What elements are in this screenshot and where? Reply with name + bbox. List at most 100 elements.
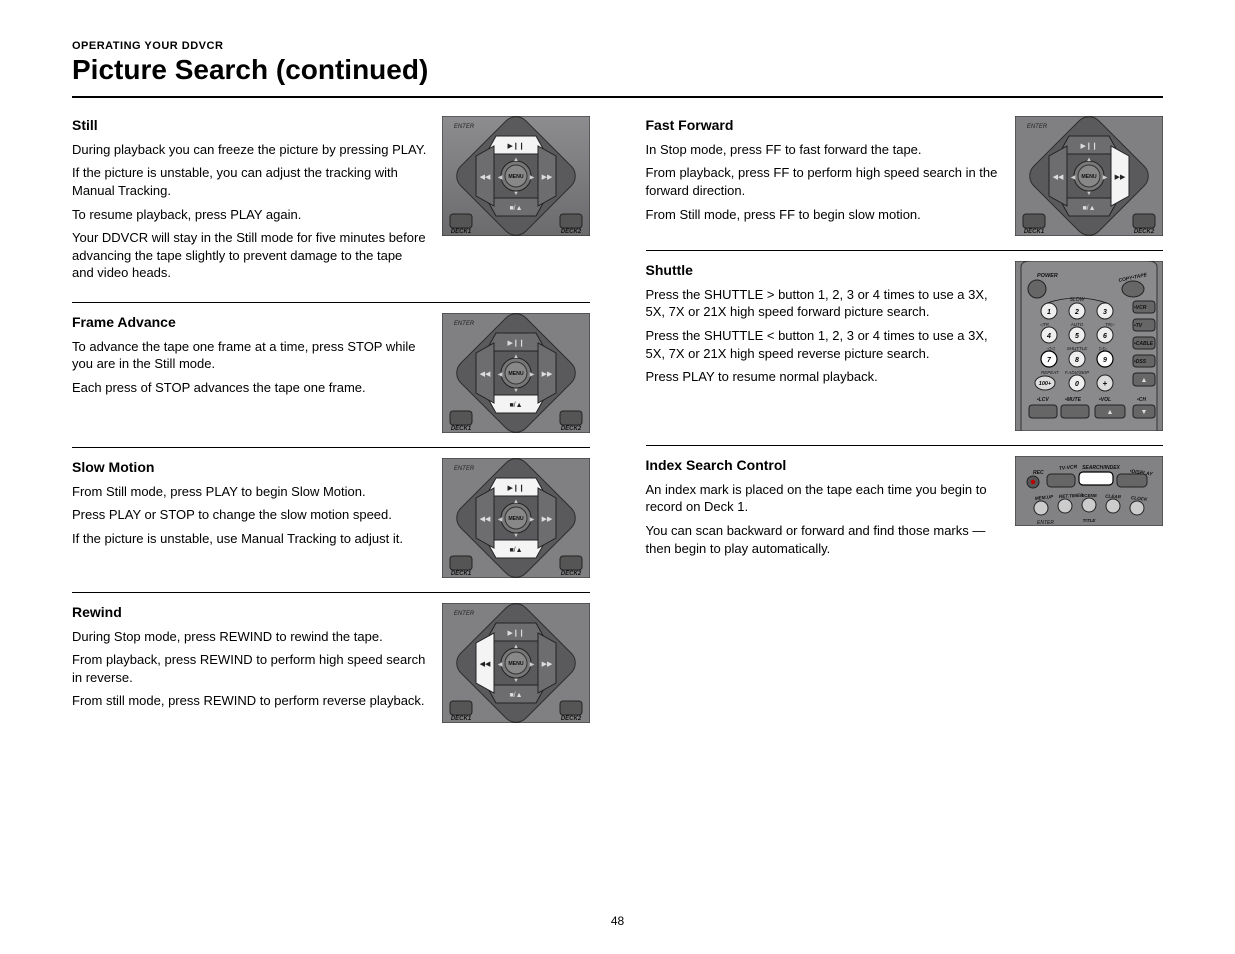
svg-text:100+: 100+ bbox=[1039, 381, 1052, 387]
frame-heading: Frame Advance bbox=[72, 313, 428, 332]
still-p2: If the picture is unstable, you can adju… bbox=[72, 164, 428, 199]
divider bbox=[72, 447, 590, 448]
svg-text:▶: ▶ bbox=[529, 372, 534, 378]
svg-text:DECK2: DECK2 bbox=[560, 716, 581, 722]
svg-text:◀◀: ◀◀ bbox=[1053, 174, 1064, 181]
svg-text:•VCR: •VCR bbox=[1134, 305, 1147, 311]
svg-text:TR▷: TR▷ bbox=[1105, 322, 1115, 327]
svg-text:F.ADV/SKIP: F.ADV/SKIP bbox=[1065, 370, 1089, 375]
svg-text:•MUTE: •MUTE bbox=[1065, 397, 1082, 403]
index-p2: You can scan backward or forward and fin… bbox=[646, 522, 1002, 557]
svg-text:DECK2: DECK2 bbox=[560, 426, 581, 432]
svg-text:ENTER: ENTER bbox=[453, 124, 474, 130]
title-divider bbox=[72, 96, 1163, 98]
ff-p2: From playback, press FF to perform high … bbox=[646, 164, 1002, 199]
svg-text:•VOL: •VOL bbox=[1099, 397, 1111, 403]
shuttle-heading: Shuttle bbox=[646, 261, 1002, 280]
svg-text:6: 6 bbox=[1103, 333, 1107, 340]
rewind-heading: Rewind bbox=[72, 603, 428, 622]
right-column: Fast Forward In Stop mode, press FF to f… bbox=[646, 116, 1164, 723]
svg-text:▲: ▲ bbox=[1107, 409, 1114, 416]
svg-text:2: 2 bbox=[1074, 309, 1079, 316]
svg-text:DECK2: DECK2 bbox=[1134, 229, 1155, 235]
svg-text:9: 9 bbox=[1103, 357, 1107, 364]
still-figure: ENTER DECK1 DECK2 ▶❙❙ bbox=[442, 116, 590, 288]
svg-text:•LCV: •LCV bbox=[1037, 397, 1049, 403]
index-figure: REC TV-VCR SEARCH/INDEX •DISPLAY MEM.UP bbox=[1015, 456, 1163, 563]
svg-text:◀: ◀ bbox=[497, 517, 502, 523]
svg-text:◀: ◀ bbox=[497, 372, 502, 378]
svg-text:▶❙❙: ▶❙❙ bbox=[507, 629, 524, 637]
svg-text:▶▶: ▶▶ bbox=[541, 371, 552, 378]
still-p4: Your DDVCR will stay in the Still mode f… bbox=[72, 229, 428, 282]
index-heading: Index Search Control bbox=[646, 456, 1002, 475]
svg-text:REC: REC bbox=[1033, 470, 1044, 476]
svg-text:TITLE: TITLE bbox=[1083, 518, 1097, 523]
svg-text:ENTER: ENTER bbox=[1037, 520, 1054, 526]
ff-figure: ENTER DECK1 DECK2 ▶❙❙ ■/▲ ◀◀ bbox=[1015, 116, 1163, 236]
svg-text:▼: ▼ bbox=[513, 678, 519, 684]
svg-text:▶❙❙: ▶❙❙ bbox=[1080, 142, 1097, 150]
svg-text:POWER: POWER bbox=[1037, 273, 1058, 279]
ff-p3: From Still mode, press FF to begin slow … bbox=[646, 206, 1002, 224]
svg-text:SEARCH/INDEX: SEARCH/INDEX bbox=[1082, 465, 1120, 471]
shuttle-p2: Press the SHUTTLE < button 1, 2, 3 or 4 … bbox=[646, 327, 1002, 362]
svg-text:MENU: MENU bbox=[508, 661, 524, 667]
slow-p1: From Still mode, press PLAY to begin Slo… bbox=[72, 483, 428, 501]
svg-text:ENTER: ENTER bbox=[453, 466, 474, 472]
svg-text:DECK2: DECK2 bbox=[560, 571, 581, 577]
svg-text:▲: ▲ bbox=[1141, 377, 1148, 384]
svg-text:▶: ▶ bbox=[529, 175, 534, 181]
shuttle-p1: Press the SHUTTLE > button 1, 2, 3 or 4 … bbox=[646, 286, 1002, 321]
svg-text:•DSS: •DSS bbox=[1134, 359, 1147, 365]
svg-text:◁TR: ◁TR bbox=[1040, 322, 1050, 327]
index-p1: An index mark is placed on the tape each… bbox=[646, 481, 1002, 516]
svg-text:ENTER: ENTER bbox=[453, 611, 474, 617]
svg-text:▲: ▲ bbox=[1086, 157, 1092, 163]
divider bbox=[72, 592, 590, 593]
svg-text:4: 4 bbox=[1046, 333, 1051, 340]
still-heading: Still bbox=[72, 116, 428, 135]
svg-text:+: + bbox=[1103, 379, 1108, 388]
svg-text:SCENE: SCENE bbox=[1081, 493, 1098, 498]
slow-p3: If the picture is unstable, use Manual T… bbox=[72, 530, 428, 548]
svg-text:▶: ▶ bbox=[529, 517, 534, 523]
svg-text:DECK1: DECK1 bbox=[450, 426, 471, 432]
svg-text:◀: ◀ bbox=[497, 662, 502, 668]
page-title: Picture Search (continued) bbox=[72, 54, 1163, 86]
svg-text:■/▲: ■/▲ bbox=[509, 205, 522, 212]
ff-p1: In Stop mode, press FF to fast forward t… bbox=[646, 141, 1002, 159]
svg-text:MENU: MENU bbox=[508, 516, 524, 522]
svg-text:DECK1: DECK1 bbox=[1024, 229, 1045, 235]
divider bbox=[646, 445, 1164, 446]
divider bbox=[646, 250, 1164, 251]
svg-text:▶▶: ▶▶ bbox=[541, 516, 552, 523]
svg-text:•TV: •TV bbox=[1134, 323, 1143, 329]
svg-text:◀◀: ◀◀ bbox=[479, 661, 490, 668]
rewind-p1: During Stop mode, press REWIND to rewind… bbox=[72, 628, 428, 646]
slow-figure: ENTER DECK1 DECK2 ▶❙❙ ■/▲ ◀◀ bbox=[442, 458, 590, 578]
svg-text:0: 0 bbox=[1075, 381, 1079, 388]
svg-text:▶: ▶ bbox=[529, 662, 534, 668]
svg-text:▲: ▲ bbox=[513, 644, 519, 650]
svg-text:ENTER: ENTER bbox=[453, 321, 474, 327]
svg-text:1: 1 bbox=[1047, 309, 1051, 316]
svg-text:■/▲: ■/▲ bbox=[509, 402, 522, 409]
svg-text:•CABLE: •CABLE bbox=[1134, 341, 1154, 347]
svg-text:◀: ◀ bbox=[497, 175, 502, 181]
rewind-p2: From playback, press REWIND to perform h… bbox=[72, 651, 428, 686]
svg-text:▶❙❙: ▶❙❙ bbox=[507, 484, 524, 492]
svg-text:MENU: MENU bbox=[508, 371, 524, 377]
svg-text:8: 8 bbox=[1075, 357, 1079, 364]
svg-text:MENU: MENU bbox=[508, 174, 524, 180]
svg-text:▼: ▼ bbox=[1141, 409, 1148, 416]
svg-text:◀: ◀ bbox=[1071, 175, 1076, 181]
svg-text:▼: ▼ bbox=[513, 533, 519, 539]
svg-text:▼: ▼ bbox=[513, 388, 519, 394]
left-column: Still During playback you can freeze the… bbox=[72, 116, 590, 723]
svg-text:DECK1: DECK1 bbox=[450, 716, 471, 722]
svg-text:▶: ▶ bbox=[1103, 175, 1108, 181]
rewind-p3: From still mode, press REWIND to perform… bbox=[72, 692, 428, 710]
svg-text:◀◀: ◀◀ bbox=[479, 174, 490, 181]
svg-text:■/▲: ■/▲ bbox=[509, 692, 522, 699]
